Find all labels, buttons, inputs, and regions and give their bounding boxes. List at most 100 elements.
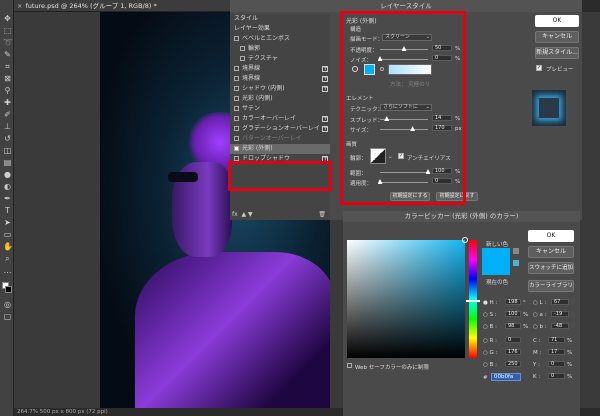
checkbox[interactable] [234, 106, 239, 111]
eyedropper-tool-icon[interactable]: ⚲ [3, 86, 12, 95]
hue-input[interactable]: 198 [505, 299, 521, 305]
add-to-swatches-button[interactable]: スウォッチに追加 [528, 262, 574, 274]
quick-mask-icon[interactable]: ◎ [3, 300, 12, 309]
frame-tool-icon[interactable]: ⊠ [3, 74, 12, 83]
quick-select-tool-icon[interactable]: ✎ [3, 50, 12, 59]
healing-tool-icon[interactable]: ✚ [3, 98, 12, 107]
document-tab[interactable]: × future.psd @ 264% (グループ 1, RGB/8) * [14, 0, 234, 12]
saturation-radio[interactable]: ○ S : [483, 312, 497, 318]
checkbox[interactable] [234, 136, 239, 141]
effect-gradient-overlay[interactable]: グラデーションオーバーレイ + [230, 124, 330, 134]
percent-unit: % [567, 374, 573, 380]
type-tool-icon[interactable]: T [3, 206, 12, 215]
checkbox[interactable] [234, 126, 239, 131]
styles-header[interactable]: スタイル [230, 14, 330, 24]
add-effect-icon[interactable]: + [322, 76, 328, 82]
cmyk-c-input[interactable]: 71 [548, 337, 565, 343]
blue-radio[interactable]: ○ B : [483, 362, 497, 368]
effect-texture[interactable]: テクスチャ [230, 54, 330, 64]
checkbox[interactable] [240, 56, 245, 61]
checkbox[interactable] [234, 66, 239, 71]
effect-stroke-1[interactable]: 境界線 + [230, 64, 330, 74]
gradient-tool-icon[interactable]: ▤ [3, 158, 12, 167]
hue-radio[interactable]: ● H : [483, 300, 497, 306]
lab-l-input[interactable]: 67 [551, 299, 569, 305]
saturation-input[interactable]: 100 [505, 311, 521, 317]
checkbox[interactable] [234, 86, 239, 91]
more-tools-icon[interactable]: … [3, 266, 12, 275]
lab-l-radio[interactable]: ○ L : [533, 300, 546, 306]
checkbox[interactable] [234, 36, 239, 41]
add-effect-icon[interactable]: + [322, 126, 328, 132]
brush-tool-icon[interactable]: ✐ [3, 110, 12, 119]
effect-pattern-overlay[interactable]: パターンオーバーレイ [230, 134, 330, 144]
ok-button[interactable]: OK [535, 15, 579, 27]
eraser-tool-icon[interactable]: ◫ [3, 146, 12, 155]
hand-tool-icon[interactable]: ✋ [3, 242, 13, 251]
add-effect-icon[interactable]: + [322, 66, 328, 72]
effect-stroke-2[interactable]: 境界線 + [230, 74, 330, 84]
hue-slider[interactable] [466, 240, 480, 358]
lab-a-input[interactable]: -19 [551, 311, 569, 317]
cmyk-y-input[interactable]: 0 [548, 361, 565, 367]
effect-inner-glow[interactable]: 光彩 (内側) [230, 94, 330, 104]
red-radio[interactable]: ○ R : [483, 338, 497, 344]
new-style-button[interactable]: 新規スタイル... [535, 47, 579, 59]
dodge-tool-icon[interactable]: ◐ [3, 182, 12, 191]
checkbox-checked[interactable] [234, 146, 239, 151]
close-tab-icon[interactable]: × [17, 2, 22, 10]
effect-inner-shadow[interactable]: シャドウ (内側) + [230, 84, 330, 94]
blue-input[interactable]: 250 [505, 361, 521, 367]
effect-contour[interactable]: 輪郭 [230, 44, 330, 54]
effect-outer-glow[interactable]: 光彩 (外側) [230, 144, 330, 154]
zoom-tool-icon[interactable]: ⌕ [3, 254, 12, 263]
trash-icon[interactable]: 🗑 [318, 211, 326, 218]
green-radio[interactable]: ○ G : [483, 350, 497, 356]
history-brush-tool-icon[interactable]: ↺ [3, 134, 12, 143]
path-select-tool-icon[interactable]: ➤ [3, 218, 12, 227]
checkbox[interactable] [234, 96, 239, 101]
gamut-warning-icon[interactable] [513, 248, 519, 254]
hex-input[interactable]: 00b0fa [491, 373, 521, 381]
cmyk-k-input[interactable]: 0 [548, 373, 565, 379]
preview-checkbox[interactable]: ✓ [536, 65, 542, 71]
screen-mode-icon[interactable]: ▢ [3, 312, 12, 321]
stamp-tool-icon[interactable]: ⊥ [3, 122, 12, 131]
effect-color-overlay[interactable]: カラーオーバーレイ + [230, 114, 330, 124]
cmyk-m-input[interactable]: 17 [548, 349, 565, 355]
cancel-button[interactable]: キャンセル [535, 31, 579, 43]
add-effect-icon[interactable]: + [322, 86, 328, 92]
web-color-cube-icon[interactable] [513, 260, 519, 266]
picker-cancel-button[interactable]: キャンセル [528, 246, 574, 258]
pen-tool-icon[interactable]: ✒ [3, 194, 12, 203]
brightness-input[interactable]: 98 [505, 323, 521, 329]
green-input[interactable]: 176 [505, 349, 521, 355]
lab-b-input[interactable]: -48 [551, 323, 569, 329]
background-color[interactable] [5, 286, 12, 293]
lab-b-radio[interactable]: ○ b : [533, 324, 547, 330]
web-safe-checkbox[interactable] [347, 363, 352, 368]
picker-ok-button[interactable]: OK [528, 230, 574, 242]
checkbox[interactable] [240, 46, 245, 51]
checkbox[interactable] [234, 116, 239, 121]
lasso-tool-icon[interactable]: ➰ [3, 38, 13, 47]
color-libraries-button[interactable]: カラーライブラリ [528, 280, 574, 292]
color-field[interactable] [347, 237, 468, 358]
hue-slider-handle[interactable] [466, 300, 480, 302]
lab-a-radio[interactable]: ○ a : [533, 312, 547, 318]
effect-bevel-emboss[interactable]: ベベルとエンボス [230, 34, 330, 44]
move-tool-icon[interactable]: ✥ [3, 14, 12, 23]
shape-tool-icon[interactable]: ▭ [3, 230, 12, 239]
add-effect-icon[interactable]: + [322, 116, 328, 122]
color-picker-title: カラーピッカー (光彩 (外側) のカラー) [343, 211, 580, 222]
blending-options-header[interactable]: レイヤー効果 [230, 24, 330, 34]
fx-menu[interactable]: fx ▲ ▼ [232, 211, 253, 218]
effect-satin[interactable]: サテン [230, 104, 330, 114]
color-field-marker[interactable] [462, 237, 468, 243]
checkbox[interactable] [234, 76, 239, 81]
red-input[interactable]: 0 [505, 337, 521, 343]
marquee-tool-icon[interactable]: ⬚ [3, 26, 12, 35]
blur-tool-icon[interactable]: ● [3, 170, 12, 179]
brightness-radio[interactable]: ○ B : [483, 324, 497, 330]
crop-tool-icon[interactable]: ⌗ [3, 62, 12, 71]
